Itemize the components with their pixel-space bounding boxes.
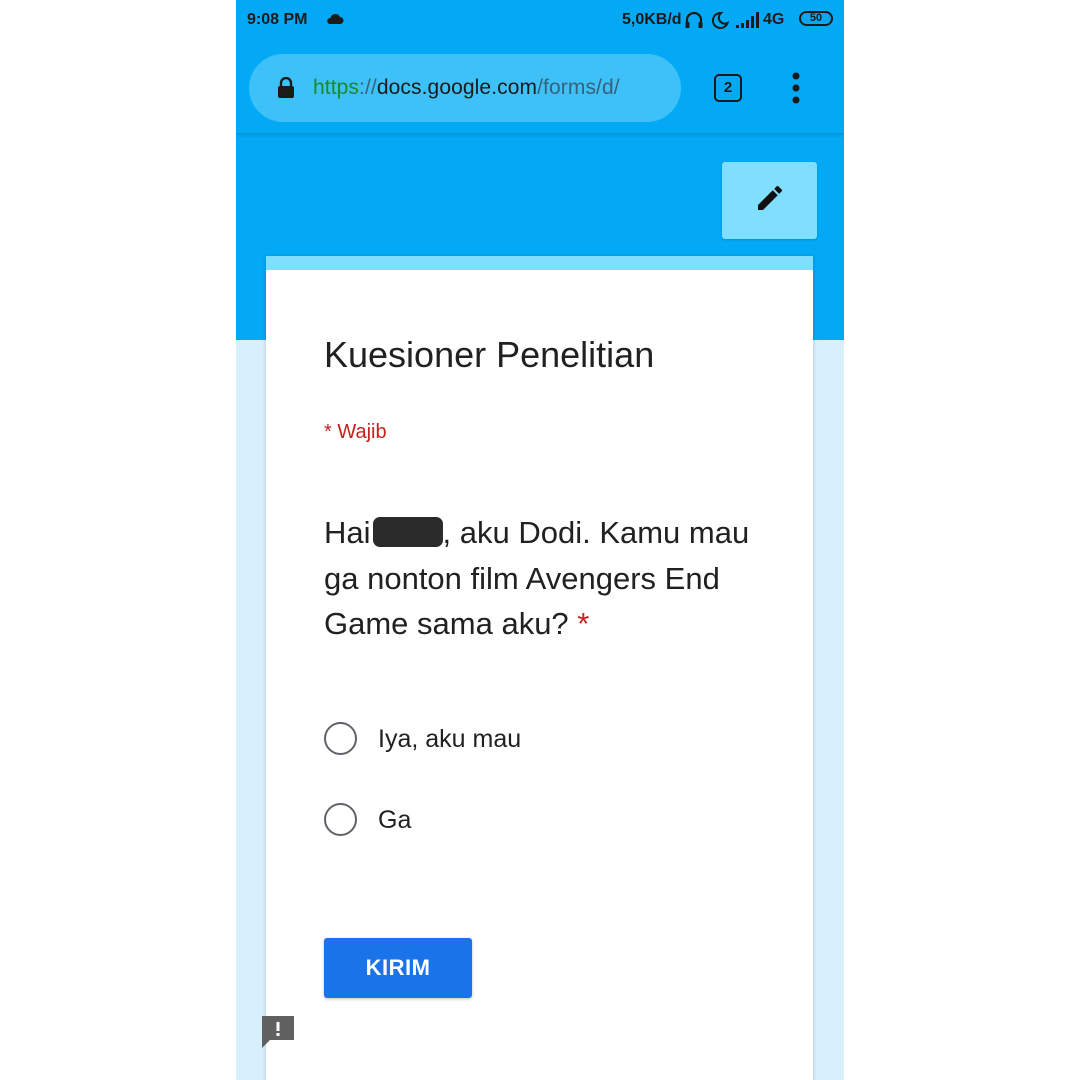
url-separator: :// [359,76,377,99]
url-bar[interactable]: https://docs.google.com/forms/d/ [249,54,681,122]
required-note: * Wajib [324,421,387,443]
cloud-icon [326,12,344,30]
signal-icon [736,12,760,33]
card-accent-bar [266,256,813,270]
question-text: Hai, aku Dodi. Kamu mau ga nonton film A… [324,510,764,647]
lock-icon [277,76,295,104]
url-scheme: https [313,76,360,99]
toolbar-shadow [236,133,844,138]
option-label: Ga [378,806,412,834]
report-feedback-icon[interactable] [260,1014,296,1055]
required-asterisk: * [577,606,590,641]
radio-button[interactable] [324,803,357,836]
more-vert-icon[interactable] [791,72,801,109]
battery-indicator: 50 [799,11,833,26]
form-title: Kuesioner Penelitian [324,334,655,375]
option-label: Iya, aku mau [378,725,522,753]
status-time: 9:08 PM [247,11,308,28]
moon-icon [711,11,730,34]
form-card: Kuesioner Penelitian * Wajib Hai, aku Do… [266,256,813,1080]
submit-button[interactable]: KIRIM [324,938,472,998]
network-type: 4G [763,11,785,28]
url-text[interactable]: https://docs.google.com/forms/d/ [313,76,620,100]
tab-switcher-button[interactable]: 2 [714,74,742,102]
pencil-icon [754,182,786,219]
headphone-icon [684,11,704,34]
edit-form-button[interactable] [722,162,817,239]
url-path: /forms/d/ [537,76,620,99]
radio-button[interactable] [324,722,357,755]
redacted-name [372,517,443,547]
network-speed: 5,0KB/d [622,11,682,28]
phone-screen: 9:08 PM 5,0KB/d 4G 50 https://docs.googl… [236,0,844,1080]
url-host: docs.google.com [376,76,538,99]
question-text-start: Hai [324,515,371,550]
status-bar: 9:08 PM 5,0KB/d 4G 50 [236,0,844,40]
